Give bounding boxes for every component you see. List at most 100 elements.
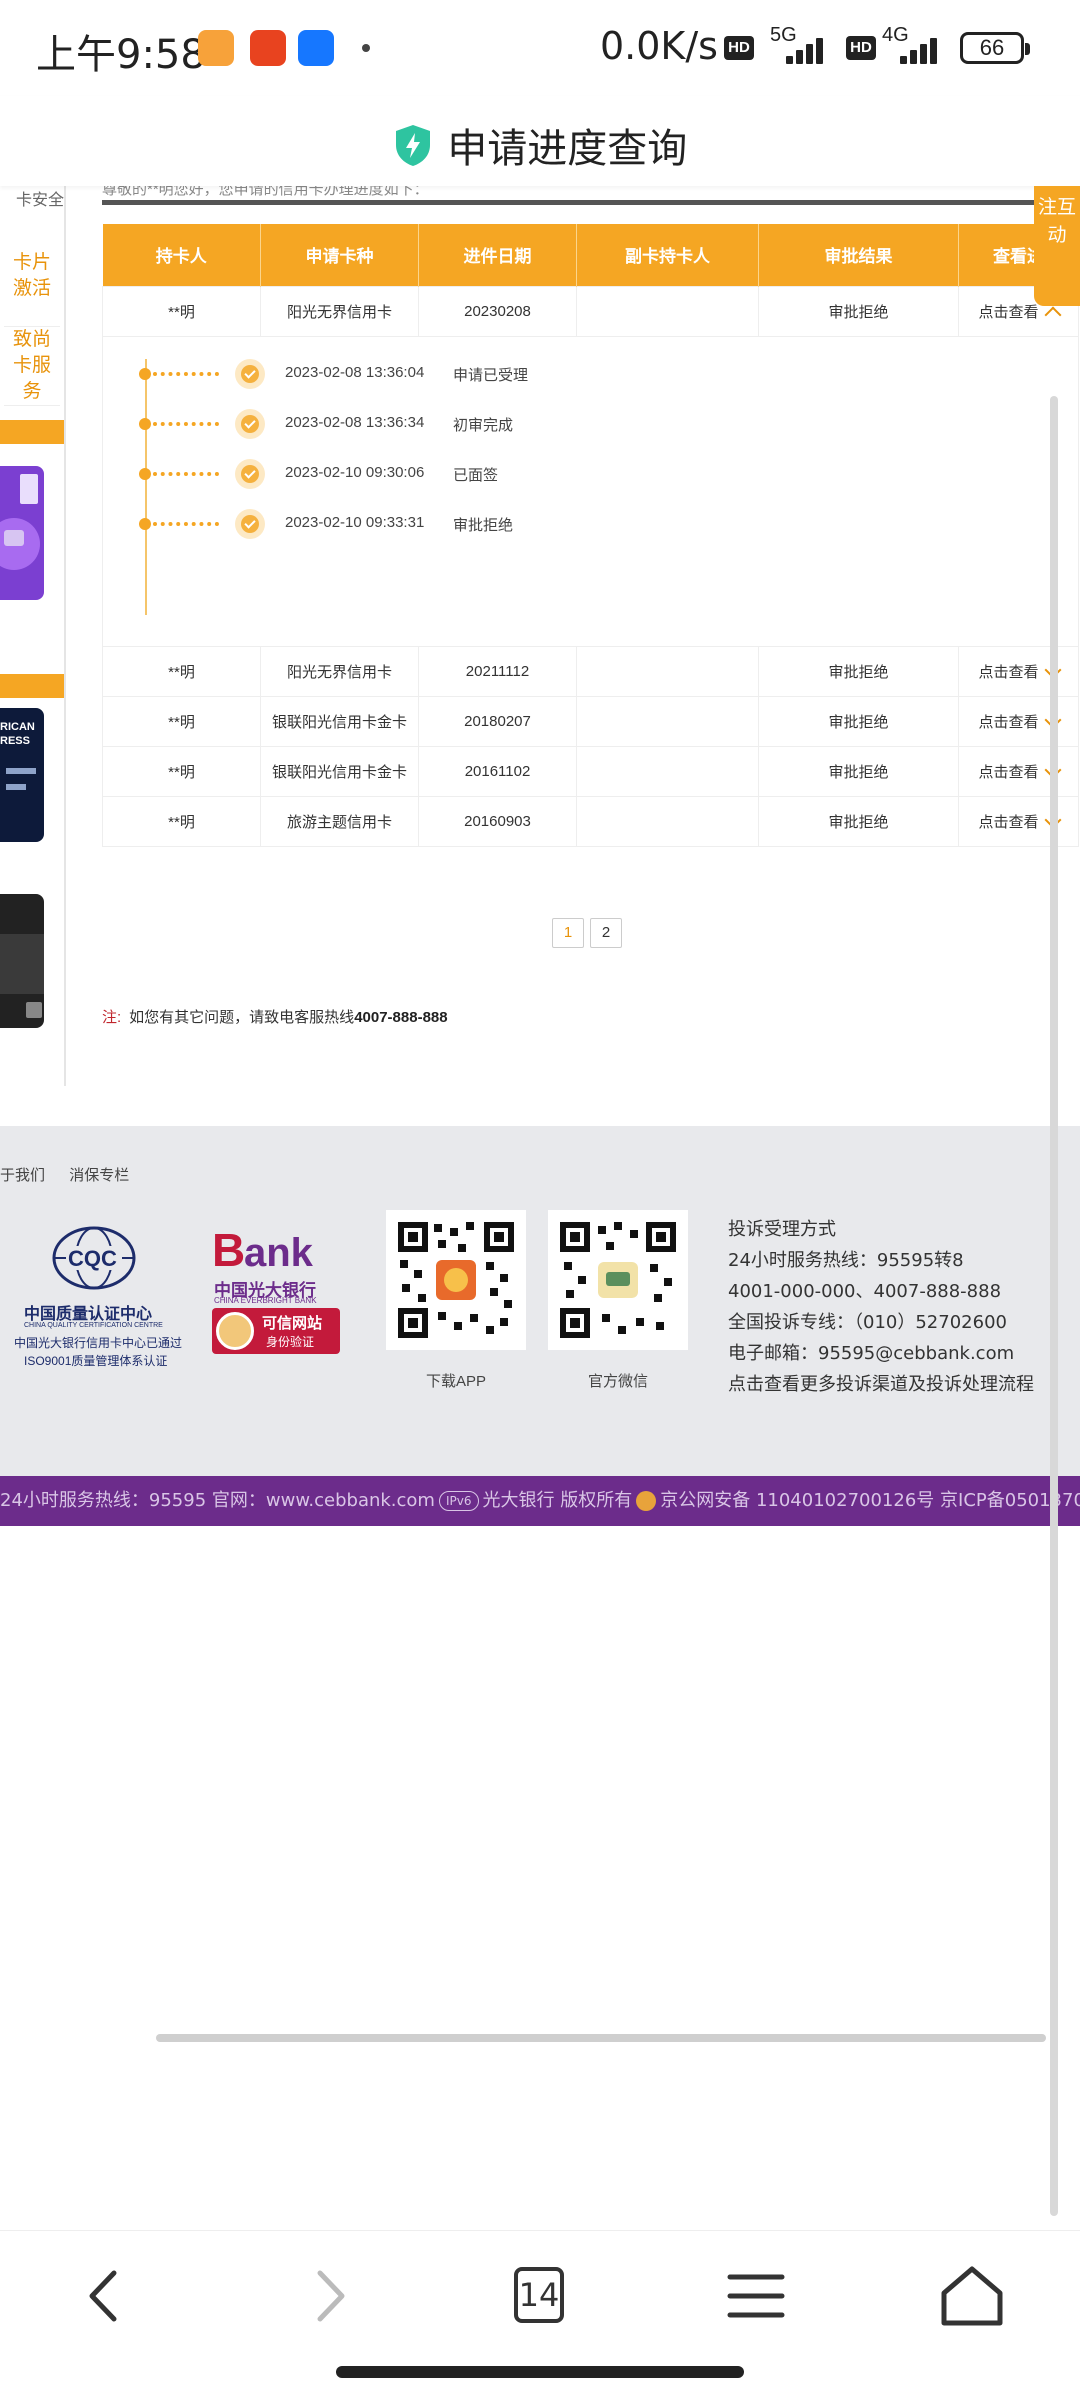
- unionpay-card-image[interactable]: [0, 466, 44, 600]
- sidebar-link-card-activation[interactable]: 卡片激活: [4, 250, 60, 302]
- cell-result: 审批拒绝: [758, 745, 959, 797]
- pagination: 12: [552, 918, 628, 948]
- sidebar-section-bar-2: [0, 674, 64, 698]
- table-row: **明 阳光无界信用卡 20230208 审批拒绝 点击查看: [102, 285, 1079, 337]
- qr-code-icon: [394, 1218, 518, 1342]
- divider: [102, 200, 1078, 205]
- cell-date: 20230208: [418, 285, 577, 337]
- cell-result: 审批拒绝: [758, 285, 959, 337]
- view-details-link[interactable]: 点击查看: [958, 795, 1079, 847]
- taobao-app-icon: [250, 30, 286, 66]
- signal-4g-icon: [900, 34, 948, 64]
- cell-card-type: 银联阳光信用卡金卡: [260, 745, 419, 797]
- timeline-dash: [153, 471, 219, 476]
- timeline-time: 2023-02-08 13:36:04: [285, 363, 425, 381]
- timeline-dash: [153, 421, 219, 426]
- cell-sub-holder: [576, 285, 759, 337]
- sidebar-link-zhishang-service[interactable]: 致尚卡服务: [4, 326, 60, 406]
- sidebar-top-text: 卡安全: [15, 192, 64, 209]
- timeline-row: 2023-02-08 13:36:04 申请已受理 2023-02-08 13:…: [102, 335, 1079, 647]
- cell-sub-holder: [576, 745, 759, 797]
- shield-lightning-icon: [395, 125, 430, 166]
- icp-record[interactable]: 京公网安备 11040102700126号 京ICP备05013704号: [660, 1490, 1080, 1511]
- timeline-dot-icon: [139, 367, 151, 380]
- browser-nav-bar: 14: [0, 2230, 1080, 2360]
- timeline-time: 2023-02-08 13:36:34: [285, 413, 425, 431]
- sidebar-section-bar: [0, 420, 64, 444]
- col-header-holder: 持卡人: [102, 224, 261, 286]
- copyright-text: 光大银行 版权所有: [482, 1490, 633, 1511]
- timeline-status: 审批拒绝: [453, 516, 514, 534]
- amex-card-image[interactable]: RICAN RESS: [0, 708, 44, 842]
- footer-link-consumer-protection[interactable]: 消保专栏: [69, 1167, 129, 1184]
- page-footer: 于我们 消保专栏 CQC 中国质量认证中心 CHINA QUALITY CERT…: [0, 1126, 1080, 1476]
- cell-card-type: 阳光无界信用卡: [260, 645, 419, 697]
- menu-icon[interactable]: [716, 2261, 796, 2331]
- home-icon[interactable]: [932, 2261, 1012, 2331]
- hd-badge: HD: [724, 36, 754, 60]
- follow-interact-button[interactable]: 注互动: [1034, 186, 1080, 306]
- check-circle-icon: [235, 508, 265, 539]
- page-button-1[interactable]: 1: [552, 918, 584, 948]
- forward-arrow-icon[interactable]: [290, 2261, 370, 2331]
- view-label: 点击查看: [978, 763, 1039, 781]
- ceb-bank-logo: B ank 中国光大银行 CHINA EVERBRIGHT BANK 可信网站 …: [212, 1224, 352, 1374]
- check-circle-icon: [235, 458, 265, 489]
- complaint-email: 电子邮箱：95595@cebbank.com: [728, 1343, 1015, 1364]
- view-label: 点击查看: [978, 303, 1039, 321]
- cell-date: 20180207: [418, 695, 577, 747]
- trusted-site-badge[interactable]: 可信网站 身份验证: [212, 1308, 340, 1354]
- footer-link-about[interactable]: 于我们: [0, 1167, 45, 1184]
- timeline-item: 2023-02-10 09:30:06 已面签: [139, 458, 839, 489]
- title-bar: 申请进度查询: [0, 96, 1080, 186]
- timeline-status: 已面签: [453, 466, 499, 484]
- svg-text:ank: ank: [244, 1231, 314, 1274]
- view-label: 点击查看: [978, 713, 1039, 731]
- intro-text: 尊敬的**明您好，您申请的信用卡办理进度如下：: [102, 186, 429, 198]
- tabs-count-button[interactable]: 14: [514, 2267, 564, 2323]
- complaint-title: 投诉受理方式: [728, 1219, 836, 1240]
- table-row: **明 旅游主题信用卡 20160903 审批拒绝 点击查看: [102, 795, 1079, 847]
- hotline-number[interactable]: 4007-888-888: [354, 1009, 447, 1026]
- vertical-scrollbar[interactable]: [1050, 396, 1058, 2216]
- col-header-result: 审批结果: [758, 224, 959, 286]
- timeline-panel: 2023-02-08 13:36:04 申请已受理 2023-02-08 13:…: [102, 335, 1079, 647]
- svg-text:RESS: RESS: [0, 735, 30, 747]
- view-details-link[interactable]: 点击查看: [958, 745, 1079, 797]
- cell-date: 20211112: [418, 645, 577, 697]
- back-arrow-icon[interactable]: [66, 2261, 146, 2331]
- home-indicator[interactable]: [336, 2366, 744, 2378]
- qr-label-wechat: 官方微信: [587, 1373, 648, 1390]
- cell-card-type: 阳光无界信用卡: [260, 285, 419, 337]
- qr-code-wechat[interactable]: [548, 1210, 688, 1350]
- page-title: 申请进度查询: [447, 126, 688, 172]
- ipv6-badge: IPv6: [438, 1491, 479, 1511]
- col-header-sub-holder: 副卡持卡人: [576, 224, 759, 286]
- col-header-date: 进件日期: [418, 224, 577, 286]
- timeline-item: 2023-02-10 09:33:31 审批拒绝: [139, 508, 839, 539]
- trusted-line-2: 身份验证: [266, 1335, 315, 1349]
- alipay-app-icon: [298, 30, 334, 66]
- cell-holder: **明: [102, 795, 261, 847]
- world-card-image[interactable]: [0, 894, 44, 1028]
- col-header-card-type: 申请卡种: [260, 224, 419, 286]
- note-text: 如您有其它问题，请致电客服热线: [129, 1009, 355, 1026]
- cqc-subtitle: CHINA QUALITY CERTIFICATION CENTRE: [24, 1322, 163, 1329]
- complaint-more-link[interactable]: 点击查看更多投诉渠道及投诉处理流程: [728, 1369, 1068, 1400]
- qr-code-icon: [556, 1218, 680, 1342]
- timeline-time: 2023-02-10 09:30:06: [285, 463, 425, 481]
- view-label: 点击查看: [978, 813, 1039, 831]
- cell-result: 审批拒绝: [758, 795, 959, 847]
- timeline-dash: [153, 371, 219, 376]
- qr-code-download-app[interactable]: [386, 1210, 526, 1350]
- page-button-2[interactable]: 2: [590, 918, 622, 948]
- cqc-line-1: 中国光大银行信用卡中心已通过: [14, 1336, 183, 1350]
- horizontal-scrollbar[interactable]: [156, 2034, 1046, 2042]
- view-details-link[interactable]: 点击查看: [958, 645, 1079, 697]
- cell-card-type: 银联阳光信用卡金卡: [260, 695, 419, 747]
- table-row: **明 银联阳光信用卡金卡 20161102 审批拒绝 点击查看: [102, 745, 1079, 797]
- cell-date: 20160903: [418, 795, 577, 847]
- view-details-link[interactable]: 点击查看: [958, 695, 1079, 747]
- chevron-up-icon: [1044, 306, 1061, 324]
- hd-badge-2: HD: [846, 36, 876, 60]
